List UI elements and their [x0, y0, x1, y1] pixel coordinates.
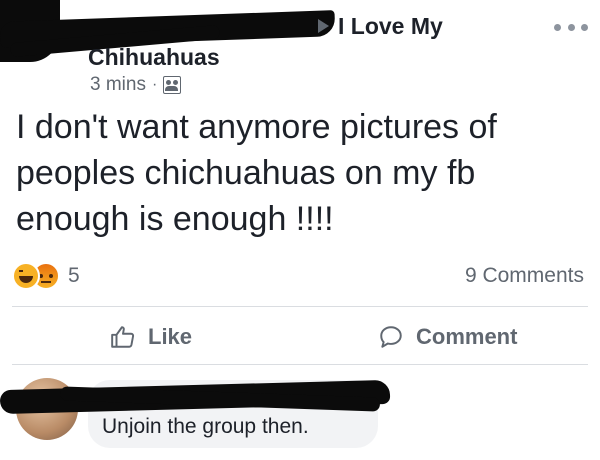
comment-text: Unjoin the group then.: [102, 415, 309, 438]
thumbs-up-icon: [111, 326, 135, 348]
post-meta: 3 mins ·: [90, 74, 182, 96]
reaction-count: 5: [68, 264, 80, 287]
divider: [12, 306, 588, 307]
reaction-summary[interactable]: 5: [12, 262, 80, 290]
post-text: I don't want anymore pictures of peoples…: [16, 108, 497, 238]
share-arrow-icon: [318, 19, 329, 33]
like-button[interactable]: Like: [110, 318, 192, 356]
comment-label: Comment: [416, 324, 518, 349]
post-timestamp[interactable]: 3 mins: [90, 74, 146, 96]
like-label: Like: [148, 324, 193, 349]
post-header: I Love My Chihuahuas 3 mins ·: [0, 0, 600, 100]
group-name-line2[interactable]: Chihuahuas: [88, 44, 220, 71]
divider: [12, 364, 588, 365]
group-name-line1[interactable]: I Love My: [338, 13, 443, 40]
comments-count-link[interactable]: 9 Comments: [465, 264, 584, 288]
comment-button[interactable]: Comment: [378, 318, 517, 356]
haha-reaction-icon: [12, 262, 40, 290]
group-members-icon: [163, 76, 182, 94]
meta-separator: ·: [151, 76, 158, 93]
more-options-icon[interactable]: [554, 20, 588, 34]
speech-bubble-icon: [380, 326, 402, 348]
